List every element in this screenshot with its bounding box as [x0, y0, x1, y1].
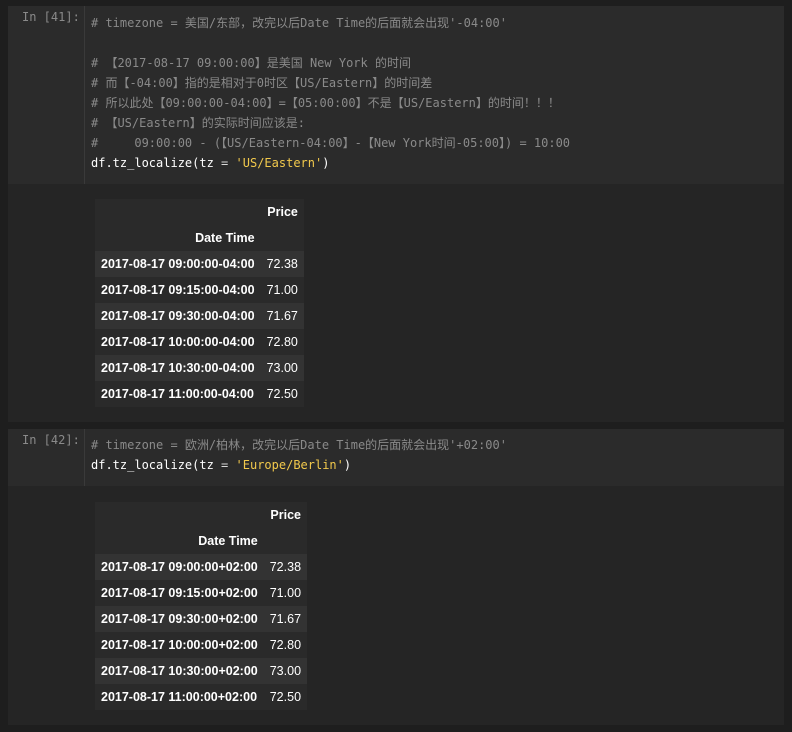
row-index: 2017-08-17 10:30:00-04:00: [101, 361, 255, 375]
table-row: 2017-08-17 09:00:00-04:00 72.38: [95, 251, 304, 277]
index-name-header: Date Time: [198, 534, 258, 548]
code-call-line: df.tz_localize(tz = 'Europe/Berlin'): [91, 455, 351, 475]
code-string: 'US/Eastern': [235, 156, 323, 170]
row-index: 2017-08-17 09:15:00+02:00: [101, 586, 258, 600]
table-row: 2017-08-17 09:15:00+02:00 71.00: [95, 580, 308, 606]
table-row: 2017-08-17 10:30:00-04:00 73.00: [95, 355, 304, 381]
table-row: 2017-08-17 09:30:00+02:00 71.67: [95, 606, 308, 632]
code-comment-line: # timezone = 欧洲/柏林，改完以后Date Time的后面就会出现'…: [91, 438, 507, 452]
price-cell: 71.00: [266, 283, 298, 297]
dataframe-table: Price Date Time 2017-08-17 09:00:00-04:0…: [95, 199, 304, 407]
code-string: 'Europe/Berlin': [235, 458, 344, 472]
price-cell: 72.38: [269, 560, 302, 574]
price-cell: 71.00: [269, 586, 302, 600]
table-row: 2017-08-17 09:15:00-04:00 71.00: [95, 277, 304, 303]
table-header-row: Price: [95, 199, 304, 225]
gutter-divider: [84, 6, 85, 184]
code-comment-line: # timezone = 美国/东部，改完以后Date Time的后面就会出现'…: [91, 16, 507, 30]
row-index: 2017-08-17 10:00:00+02:00: [101, 638, 258, 652]
price-cell: 72.80: [269, 638, 302, 652]
table-row: 2017-08-17 10:00:00+02:00 72.80: [95, 632, 308, 658]
table-index-name-row: Date Time: [95, 528, 308, 554]
price-cell: 71.67: [269, 612, 302, 626]
code-comment-line: # 【US/Eastern】的实际时间应该是:: [91, 116, 305, 130]
code-function: df.tz_localize(tz: [91, 156, 222, 170]
dataframe-table: Price Date Time 2017-08-17 09:00:00+02:0…: [95, 502, 308, 710]
table-index-name-row: Date Time: [95, 225, 304, 251]
notebook-cell-42[interactable]: In [42]: # timezone = 欧洲/柏林，改完以后Date Tim…: [8, 429, 784, 725]
table-row: 2017-08-17 10:00:00-04:00 72.80: [95, 329, 304, 355]
code-comment-line: # 而【-04:00】指的是相对于0时区【US/Eastern】的时间差: [91, 76, 433, 90]
table-row: 2017-08-17 09:30:00-04:00 71.67: [95, 303, 304, 329]
column-header-price: Price: [270, 508, 302, 522]
column-header-price: Price: [267, 205, 298, 219]
cell-prompt: In [41]:: [22, 10, 80, 24]
code-paren: ): [322, 156, 330, 170]
row-index: 2017-08-17 11:00:00-04:00: [101, 387, 254, 401]
table-header-row: Price: [95, 502, 308, 528]
cell-prompt: In [42]:: [22, 433, 80, 447]
table-row: 2017-08-17 10:30:00+02:00 73.00: [95, 658, 308, 684]
code-operator: =: [221, 458, 229, 472]
price-cell: 72.38: [266, 257, 298, 271]
price-cell: 71.67: [266, 309, 298, 323]
price-cell: 73.00: [266, 361, 298, 375]
notebook-cell-41[interactable]: In [41]: # timezone = 美国/东部，改完以后Date Tim…: [8, 0, 784, 422]
code-call-line: df.tz_localize(tz = 'US/Eastern'): [91, 153, 329, 173]
row-index: 2017-08-17 09:00:00-04:00: [101, 257, 255, 271]
code-operator: =: [221, 156, 229, 170]
row-index: 2017-08-17 09:30:00-04:00: [101, 309, 255, 323]
row-index: 2017-08-17 11:00:00+02:00: [101, 690, 258, 704]
index-name-header: Date Time: [195, 231, 255, 245]
price-cell: 72.80: [266, 335, 298, 349]
gutter-divider: [84, 429, 85, 486]
code-comment-line: # 所以此处【09:00:00-04:00】=【05:00:00】不是【US/E…: [91, 96, 560, 110]
table-row: 2017-08-17 09:00:00+02:00 72.38: [95, 554, 308, 580]
table-row: 2017-08-17 11:00:00-04:00 72.50: [95, 381, 304, 407]
row-index: 2017-08-17 09:00:00+02:00: [101, 560, 258, 574]
price-cell: 72.50: [269, 690, 302, 704]
code-comment-line: # 09:00:00 - (【US/Eastern-04:00】-【New Yo…: [91, 136, 571, 150]
row-index: 2017-08-17 09:15:00-04:00: [101, 283, 255, 297]
code-function: df.tz_localize(tz: [91, 458, 222, 472]
row-index: 2017-08-17 10:00:00-04:00: [101, 335, 255, 349]
row-index: 2017-08-17 09:30:00+02:00: [101, 612, 258, 626]
table-row: 2017-08-17 11:00:00+02:00 72.50: [95, 684, 308, 710]
price-cell: 72.50: [266, 387, 298, 401]
row-index: 2017-08-17 10:30:00+02:00: [101, 664, 258, 678]
code-comment-line: # 【2017-08-17 09:00:00】是美国 New York 的时间: [91, 56, 411, 70]
code-paren: ): [343, 458, 352, 472]
price-cell: 73.00: [269, 664, 302, 678]
